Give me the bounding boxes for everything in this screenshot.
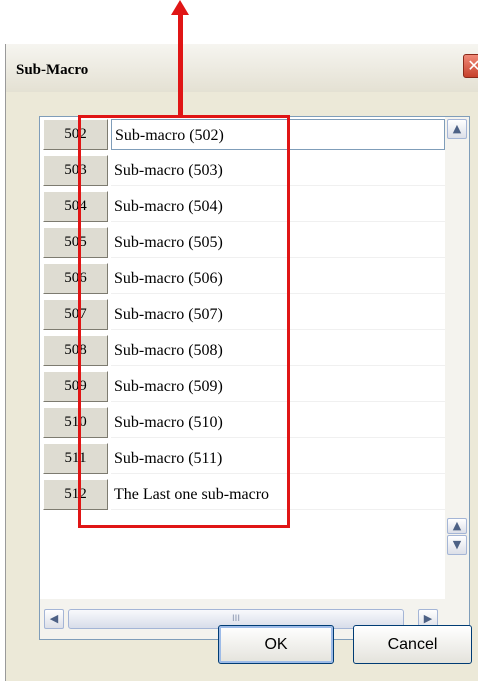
arrow-left-icon: ◀ bbox=[49, 612, 59, 625]
annotation-arrow-line bbox=[178, 13, 183, 117]
arrow-right-icon: ▶ bbox=[423, 612, 433, 625]
grip-icon: III bbox=[232, 614, 240, 624]
annotation-highlight-box bbox=[78, 115, 290, 528]
scroll-down-button[interactable]: ▼ bbox=[447, 535, 467, 555]
arrow-up-icon: ▲ bbox=[452, 519, 462, 532]
scroll-up-lower-button[interactable]: ▲ bbox=[447, 518, 467, 534]
cancel-button[interactable]: Cancel bbox=[353, 625, 472, 664]
arrow-up-icon: ▲ bbox=[452, 122, 462, 135]
arrow-down-icon: ▼ bbox=[452, 538, 462, 551]
close-button[interactable]: ✕ bbox=[463, 54, 478, 78]
vertical-scrollbar[interactable]: ▲ ▲ ▼ bbox=[445, 117, 469, 600]
close-icon: ✕ bbox=[467, 56, 478, 75]
title-bar: Sub-Macro ✕ bbox=[6, 44, 478, 92]
dialog-title: Sub-Macro bbox=[16, 62, 89, 78]
scroll-left-button[interactable]: ◀ bbox=[44, 609, 64, 629]
scroll-up-button[interactable]: ▲ bbox=[447, 119, 467, 139]
ok-button[interactable]: OK bbox=[218, 625, 334, 664]
